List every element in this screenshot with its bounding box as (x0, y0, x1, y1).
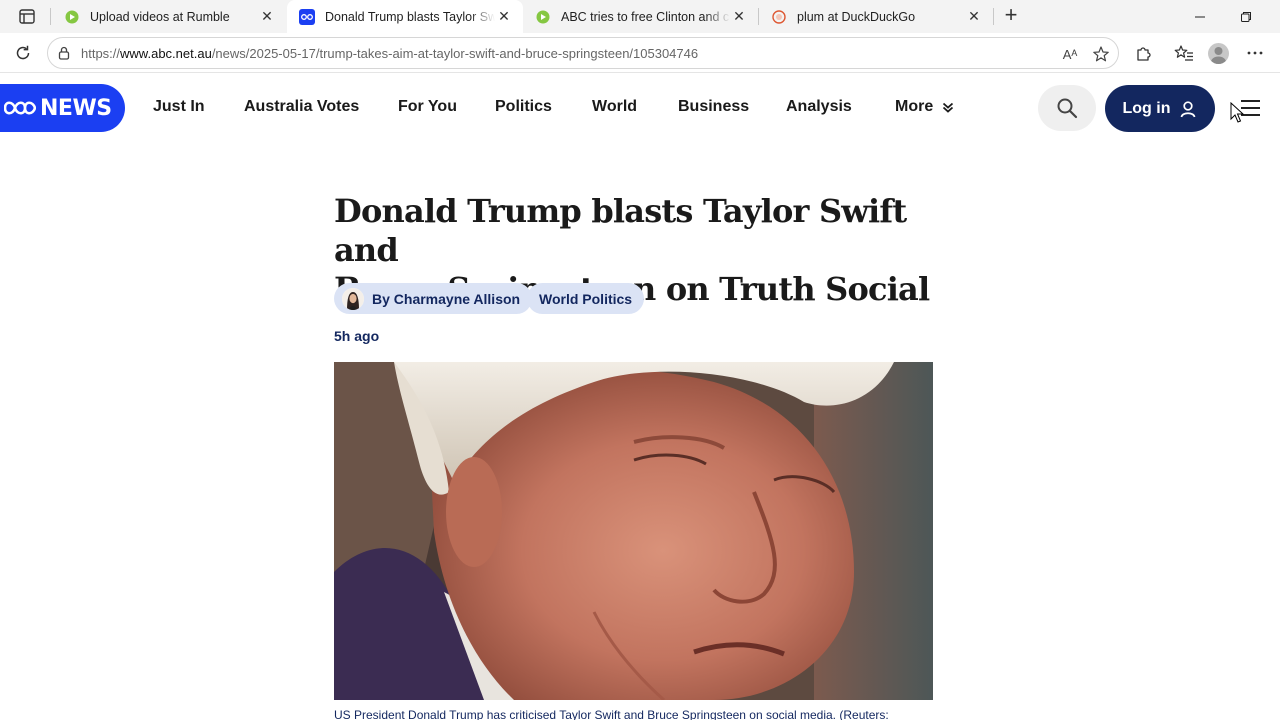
url-host: www.abc.net.au (120, 46, 212, 61)
publish-time: 5h ago (334, 328, 380, 344)
favorite-star-button[interactable] (1091, 44, 1111, 64)
restore-icon (1241, 11, 1251, 22)
user-icon (1181, 100, 1196, 117)
tab-duckduckgo[interactable]: plum at DuckDuckGo ✕ (759, 0, 993, 33)
user-avatar-icon (1211, 47, 1226, 64)
url-text: https://www.abc.net.au/news/2025-05-17/t… (81, 46, 698, 61)
portrait-image (334, 362, 933, 700)
read-aloud-button[interactable]: Aᴬ (1060, 44, 1080, 64)
tab-title: Upload videos at Rumble (90, 9, 230, 24)
rumble-icon (535, 9, 551, 25)
logo-wordmark: NEWS (40, 95, 112, 121)
url-path: /news/2025-05-17/trump-takes-aim-at-tayl… (211, 46, 699, 61)
star-icon (1093, 46, 1109, 62)
address-bar[interactable]: https://www.abc.net.au/news/2025-05-17/t… (47, 37, 1119, 69)
puzzle-icon (1137, 47, 1151, 61)
browser-toolbar: https://www.abc.net.au/news/2025-05-17/t… (0, 33, 1280, 73)
new-tab-button[interactable]: + (1000, 4, 1022, 27)
tab-title: plum at DuckDuckGo (797, 9, 916, 24)
abc-news-logo[interactable]: NEWS (0, 84, 125, 132)
login-label: Log in (1122, 99, 1171, 117)
tab-rumble-upload[interactable]: Upload videos at Rumble ✕ (52, 0, 286, 33)
article-hero-image[interactable] (334, 362, 933, 700)
image-caption[interactable]: US President Donald Trump has criticised… (334, 708, 933, 720)
nav-business[interactable]: Business (678, 98, 749, 116)
reload-button[interactable] (12, 42, 34, 64)
lock-icon[interactable] (56, 45, 72, 61)
profile-avatar[interactable] (1208, 43, 1229, 64)
tab-title: Donald Trump blasts Taylor Swift and Bru… (325, 9, 495, 24)
search-icon (1057, 98, 1078, 119)
login-button[interactable]: Log in (1105, 85, 1215, 132)
tab-actions-button[interactable] (12, 7, 42, 27)
site-header: NEWS Just In Australia Votes For You Pol… (0, 74, 1280, 144)
tab-separator (993, 8, 994, 25)
author-avatar (342, 287, 364, 310)
extensions-button[interactable] (1134, 43, 1154, 63)
nav-more-label: More (895, 98, 934, 115)
nav-politics[interactable]: Politics (495, 98, 552, 116)
rumble-icon (64, 9, 80, 25)
headline-line: Donald Trump blasts Taylor Swift and (334, 192, 907, 269)
favorites-list-icon (1174, 45, 1193, 61)
tab-abc-article[interactable]: Donald Trump blasts Taylor Swift and Bru… (287, 0, 523, 33)
nav-just-in[interactable]: Just In (153, 98, 205, 116)
tab-actions-icon (19, 9, 35, 24)
abc-icon (299, 8, 315, 25)
author-chip[interactable]: By Charmayne Allison (334, 283, 533, 314)
minimize-button[interactable] (1177, 0, 1223, 33)
nav-world[interactable]: World (592, 98, 637, 116)
nav-more[interactable]: More (895, 98, 955, 116)
tab-separator (50, 8, 51, 25)
settings-more-button[interactable] (1245, 43, 1265, 63)
chevron-double-down-icon (943, 102, 954, 113)
tab-close-icon[interactable]: ✕ (495, 8, 513, 26)
abc-lissajous-icon (4, 101, 36, 115)
ellipsis-icon (1247, 51, 1263, 55)
author-name: By Charmayne Allison (372, 290, 521, 307)
duckduckgo-icon (771, 9, 787, 25)
nav-for-you[interactable]: For You (398, 98, 457, 116)
topic-chip[interactable]: World Politics (527, 283, 645, 314)
nav-australia-votes[interactable]: Australia Votes (244, 98, 359, 116)
restore-button[interactable] (1223, 0, 1269, 33)
reload-icon (16, 45, 30, 60)
tab-close-icon[interactable]: ✕ (730, 8, 748, 26)
minimize-icon (1195, 16, 1205, 17)
browser-tab-strip: Upload videos at Rumble ✕ Donald Trump b… (0, 0, 1280, 33)
tab-title: ABC tries to free Clinton and curse (561, 9, 730, 24)
mouse-cursor-icon (1230, 102, 1244, 123)
tab-close-icon[interactable]: ✕ (965, 8, 983, 26)
search-button[interactable] (1038, 85, 1096, 131)
url-scheme: https:// (81, 46, 121, 61)
tab-close-icon[interactable]: ✕ (258, 8, 276, 26)
favorites-button[interactable] (1174, 43, 1194, 63)
nav-analysis[interactable]: Analysis (786, 98, 852, 116)
tab-rumble-clinton[interactable]: ABC tries to free Clinton and curse ✕ (523, 0, 758, 33)
